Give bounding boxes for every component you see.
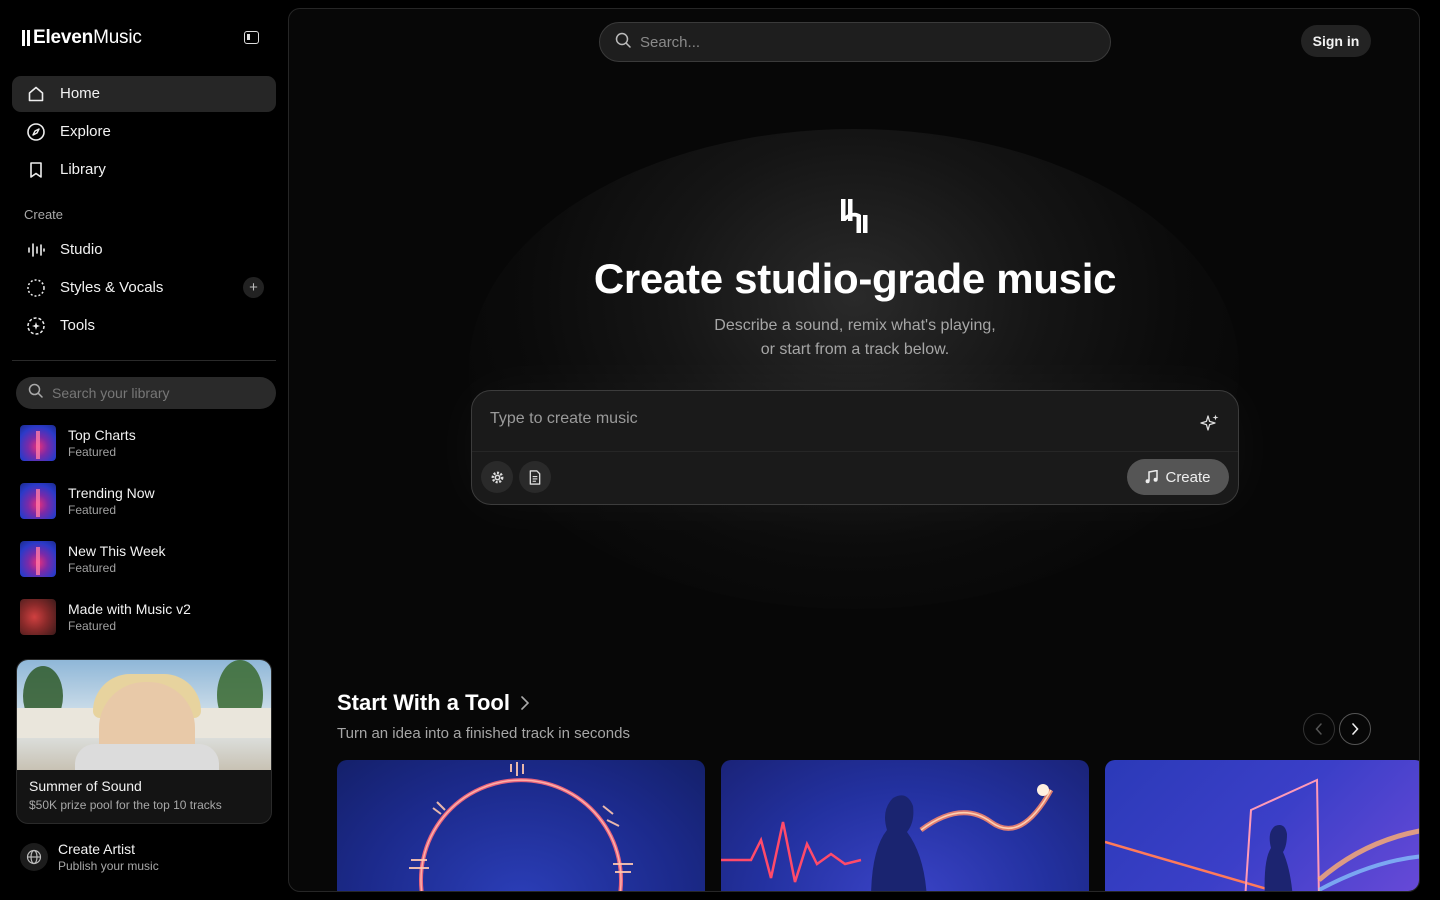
tools-section-subtitle: Turn an idea into a finished track in se… xyxy=(337,725,630,742)
sidebar-item-styles-vocals[interactable]: Styles & Vocals xyxy=(12,270,276,306)
prompt-divider xyxy=(472,451,1238,452)
global-search-input[interactable] xyxy=(640,33,1060,51)
home-icon xyxy=(24,84,48,104)
gear-icon xyxy=(491,471,503,483)
tool-card[interactable] xyxy=(1105,760,1419,891)
compass-icon xyxy=(24,122,48,142)
library-item-title: New This Week xyxy=(68,542,166,559)
settings-button[interactable] xyxy=(481,461,513,493)
sidebar-item-home[interactable]: Home xyxy=(12,76,276,112)
lyrics-button[interactable] xyxy=(519,461,551,493)
tool-card-image xyxy=(721,784,1054,891)
library-item-title: Top Charts xyxy=(68,426,136,443)
library-item-title: Trending Now xyxy=(68,484,155,501)
brand-logo[interactable]: Eleven Music xyxy=(22,26,142,50)
tool-card-image xyxy=(1105,778,1419,891)
tools-section-header[interactable]: Start With a Tool xyxy=(337,690,530,716)
create-button[interactable]: Create xyxy=(1127,459,1229,495)
tools-sparkle-icon xyxy=(24,316,48,336)
sidebar-item-label: Library xyxy=(60,161,106,178)
sign-in-button[interactable]: Sign in xyxy=(1301,25,1371,57)
document-icon xyxy=(529,469,541,485)
library-item-title: Made with Music v2 xyxy=(68,600,191,617)
brand-name-light: Music xyxy=(93,27,142,48)
library-item-made-with-music[interactable]: Made with Music v2 Featured xyxy=(20,597,270,637)
add-style-button[interactable]: + xyxy=(243,277,264,298)
sidebar-toggle-icon[interactable] xyxy=(244,31,259,44)
library-item-subtitle: Featured xyxy=(68,560,117,575)
brand-mark-icon xyxy=(22,30,30,46)
promo-image xyxy=(17,660,271,770)
playlist-thumbnail xyxy=(20,599,56,635)
create-artist-subtitle: Publish your music xyxy=(58,859,159,873)
hero-title: Create studio-grade music xyxy=(593,255,1117,302)
library-search[interactable] xyxy=(16,377,276,409)
library-item-subtitle: Featured xyxy=(68,444,117,459)
sidebar-item-studio[interactable]: Studio xyxy=(12,232,276,268)
carousel-next-button[interactable] xyxy=(1339,713,1371,745)
sidebar: Eleven Music Home Explore Library Create … xyxy=(0,0,288,900)
sidebar-item-explore[interactable]: Explore xyxy=(12,114,276,150)
brand-name-bold: Eleven xyxy=(33,27,94,48)
sidebar-item-label: Styles & Vocals xyxy=(60,279,164,296)
carousel-prev-button[interactable] xyxy=(1303,713,1335,745)
sidebar-item-label: Home xyxy=(60,85,101,102)
sidebar-item-label: Tools xyxy=(60,317,96,334)
library-item-new-this-week[interactable]: New This Week Featured xyxy=(20,539,270,579)
sparkle-icon[interactable] xyxy=(1200,413,1220,433)
create-artist-button[interactable]: Create Artist Publish your music xyxy=(20,838,159,876)
create-button-label: Create xyxy=(1165,468,1211,486)
promo-card[interactable]: Summer of Sound $50K prize pool for the … xyxy=(16,659,272,824)
dotted-circle-icon xyxy=(24,278,48,298)
promo-title: Summer of Sound xyxy=(29,778,142,794)
playlist-thumbnail xyxy=(20,541,56,577)
create-artist-title: Create Artist xyxy=(58,841,136,857)
sidebar-item-tools[interactable]: Tools xyxy=(12,308,276,344)
sidebar-item-library[interactable]: Library xyxy=(12,152,276,188)
waveform-icon xyxy=(24,240,48,260)
sidebar-item-label: Explore xyxy=(60,123,111,140)
library-search-input[interactable] xyxy=(52,385,252,401)
prompt-input[interactable] xyxy=(490,410,1180,428)
search-icon xyxy=(28,383,43,403)
tool-card-image xyxy=(409,762,633,891)
search-icon xyxy=(615,32,631,53)
section-label-create: Create xyxy=(24,207,64,222)
tools-section-title: Start With a Tool xyxy=(337,690,510,715)
promo-subtitle: $50K prize pool for the top 10 tracks xyxy=(29,798,222,812)
library-item-subtitle: Featured xyxy=(68,618,117,633)
sidebar-item-label: Studio xyxy=(60,241,103,258)
chevron-right-icon xyxy=(1352,723,1359,735)
chevron-left-icon xyxy=(1315,723,1322,735)
prompt-box: Create xyxy=(471,390,1239,505)
library-item-trending-now[interactable]: Trending Now Featured xyxy=(20,481,270,521)
sidebar-divider xyxy=(12,360,276,361)
global-search[interactable] xyxy=(599,22,1111,62)
library-item-subtitle: Featured xyxy=(68,502,117,517)
bookmark-icon xyxy=(24,160,48,180)
playlist-thumbnail xyxy=(20,483,56,519)
eleven-logo-icon xyxy=(841,199,868,233)
tool-card[interactable] xyxy=(721,760,1089,891)
tool-card[interactable] xyxy=(337,760,705,891)
globe-icon xyxy=(20,843,48,871)
hero-subtitle: Describe a sound, remix what's playing, … xyxy=(714,317,996,358)
main-panel: Sign in Create studio-grade music Descri… xyxy=(288,8,1420,892)
chevron-right-icon xyxy=(521,696,530,710)
playlist-thumbnail xyxy=(20,425,56,461)
music-note-icon xyxy=(1146,470,1159,484)
library-item-top-charts[interactable]: Top Charts Featured xyxy=(20,423,270,463)
